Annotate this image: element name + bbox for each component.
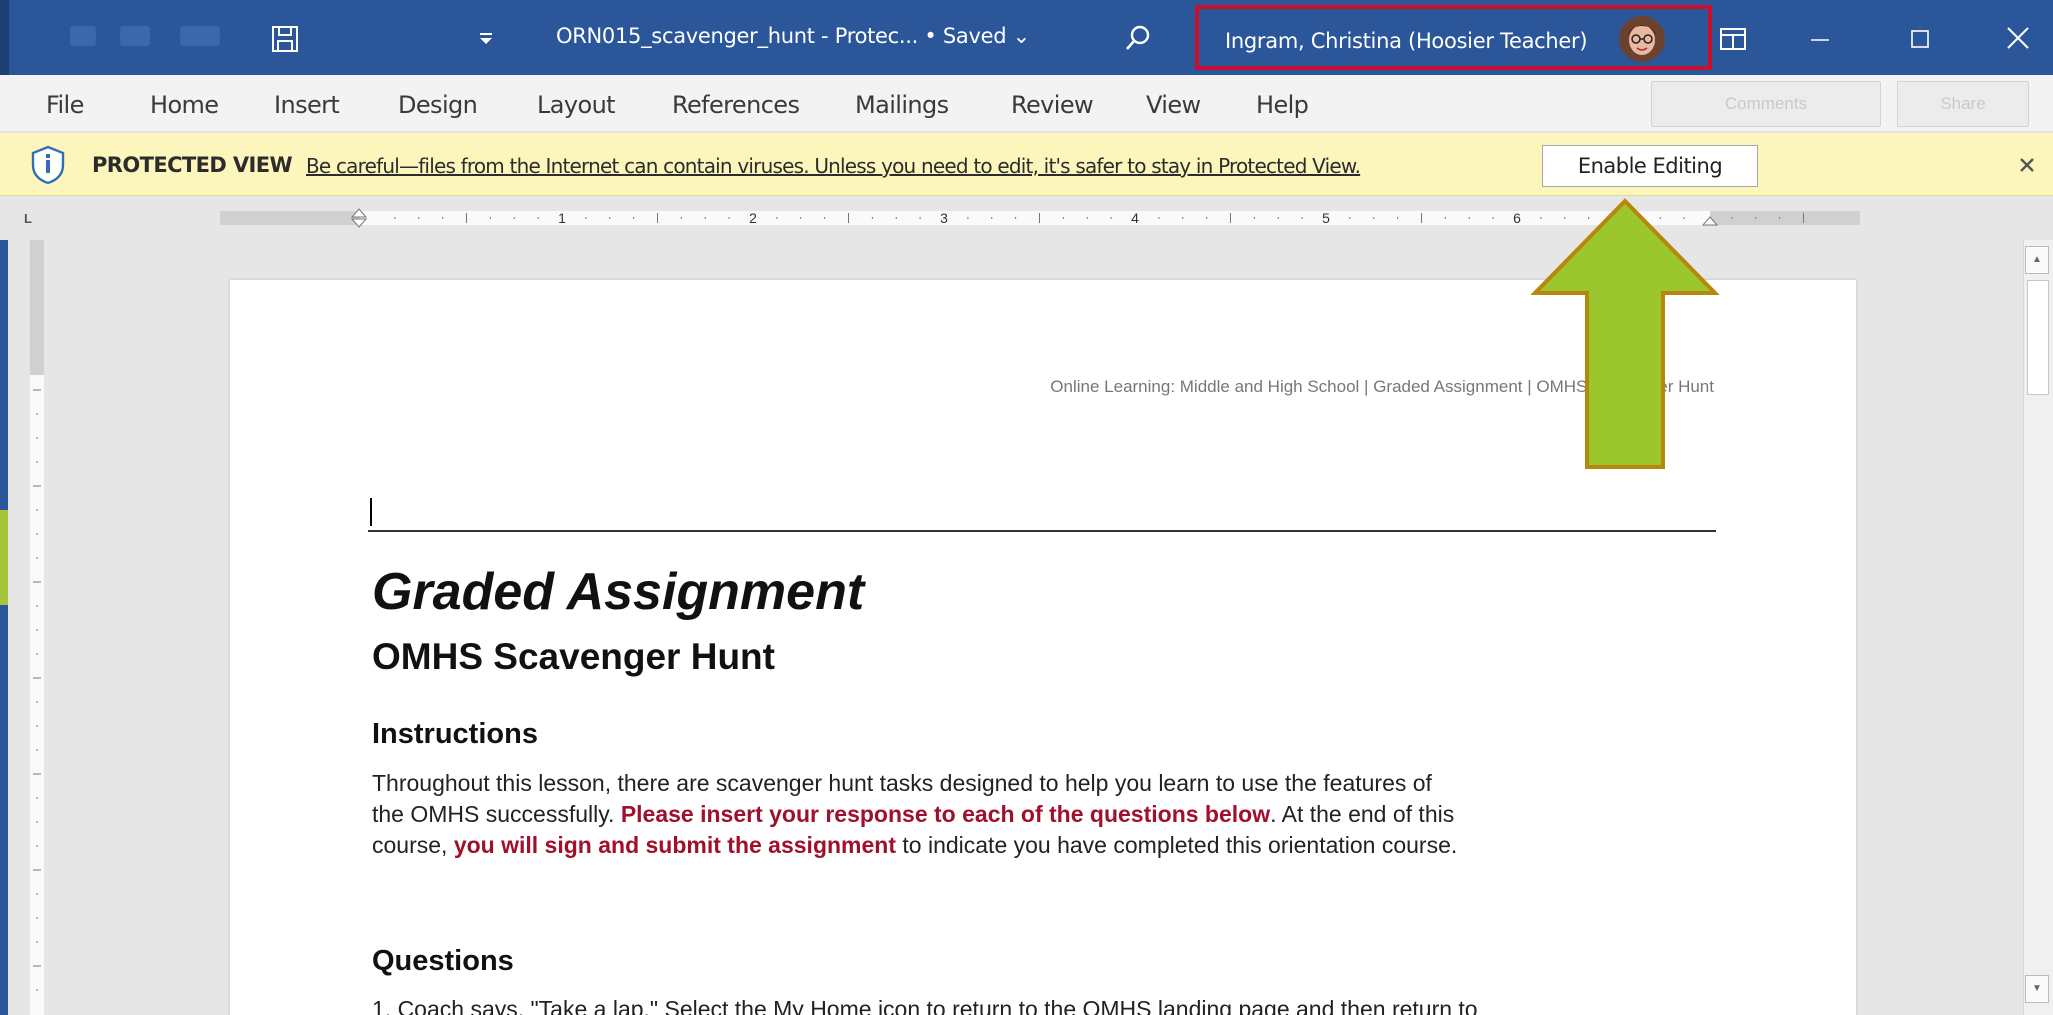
comments-button[interactable]: Comments bbox=[1651, 81, 1881, 127]
instructions-line-1: Throughout this lesson, there are scaven… bbox=[372, 770, 1432, 797]
protected-view-message-link[interactable]: Be careful—files from the Internet can c… bbox=[306, 154, 1361, 178]
undo-icon[interactable] bbox=[180, 26, 220, 46]
instructions-text: Throughout this lesson, there are scaven… bbox=[372, 770, 1432, 796]
save-icon[interactable] bbox=[268, 22, 302, 56]
tab-file[interactable]: File bbox=[46, 91, 84, 119]
tab-review[interactable]: Review bbox=[1011, 91, 1094, 119]
ruler-number: 1 bbox=[558, 210, 566, 226]
questions-heading: Questions bbox=[372, 945, 514, 977]
search-icon[interactable] bbox=[1120, 20, 1156, 56]
tab-design[interactable]: Design bbox=[398, 91, 478, 119]
enable-editing-button[interactable]: Enable Editing bbox=[1542, 145, 1758, 187]
instructions-emphasis: you will sign and submit the assignment bbox=[453, 832, 896, 858]
tab-selector[interactable]: L bbox=[24, 211, 42, 227]
scrollbar-thumb[interactable] bbox=[2027, 280, 2049, 395]
instructions-text: the OMHS successfully. bbox=[372, 801, 621, 827]
ruler-number: 5 bbox=[1322, 210, 1330, 226]
word-window: ORN015_scavenger_hunt - Protec... • Save… bbox=[0, 0, 2053, 1015]
ruler-number: 2 bbox=[749, 210, 757, 226]
question-1-partial: 1. Coach says, "Take a lap." Select the … bbox=[372, 996, 1478, 1015]
left-edge-accent bbox=[0, 510, 8, 605]
tab-help[interactable]: Help bbox=[1256, 91, 1309, 119]
tab-mailings[interactable]: Mailings bbox=[855, 91, 949, 119]
ruler-number: 4 bbox=[1131, 210, 1139, 226]
tab-references[interactable]: References bbox=[672, 91, 800, 119]
left-edge-strip bbox=[0, 240, 8, 1015]
protected-view-bar: PROTECTED VIEW Be careful—files from the… bbox=[0, 133, 2053, 196]
tab-view[interactable]: View bbox=[1146, 91, 1201, 119]
close-icon[interactable] bbox=[1998, 18, 2038, 58]
instructions-text: to indicate you have completed this orie… bbox=[896, 832, 1458, 858]
avatar[interactable] bbox=[1619, 16, 1665, 62]
close-icon[interactable] bbox=[2013, 151, 2041, 179]
title-bar: ORN015_scavenger_hunt - Protec... • Save… bbox=[0, 0, 2053, 75]
autosave-toggle[interactable] bbox=[70, 26, 96, 46]
menu-bar: File Home Insert Design Layout Reference… bbox=[0, 75, 2053, 132]
protected-view-label: PROTECTED VIEW bbox=[92, 153, 293, 177]
instructions-line-3: course, you will sign and submit the ass… bbox=[372, 832, 1457, 859]
document-subtitle: OMHS Scavenger Hunt bbox=[372, 636, 775, 677]
user-name[interactable]: Ingram, Christina (Hoosier Teacher) bbox=[1225, 29, 1588, 53]
vertical-ruler[interactable] bbox=[20, 240, 58, 1015]
ruler-number: 6 bbox=[1513, 210, 1521, 226]
share-button[interactable]: Share bbox=[1897, 81, 2029, 127]
text-cursor bbox=[370, 498, 372, 526]
ribbon-display-options-icon[interactable] bbox=[1716, 22, 1750, 56]
title-bar-edge bbox=[0, 0, 9, 75]
tab-insert[interactable]: Insert bbox=[274, 91, 340, 119]
autosave-switch[interactable] bbox=[120, 26, 150, 46]
tab-layout[interactable]: Layout bbox=[537, 91, 616, 119]
customize-toolbar-icon[interactable] bbox=[474, 24, 498, 52]
instructions-heading: Instructions bbox=[372, 718, 538, 750]
instructions-text: . At the end of this bbox=[1270, 801, 1455, 827]
tab-home[interactable]: Home bbox=[150, 91, 219, 119]
user-account-highlight[interactable]: Ingram, Christina (Hoosier Teacher) bbox=[1195, 5, 1712, 70]
ruler-row: L 1 2 3 4 5 6 bbox=[0, 197, 2053, 237]
document-title: Graded Assignment bbox=[372, 563, 865, 621]
arrow-annotation-icon bbox=[1530, 198, 1720, 469]
ruler-number: 3 bbox=[940, 210, 948, 226]
minimize-icon[interactable] bbox=[1800, 22, 1840, 56]
instructions-emphasis: Please insert your response to each of t… bbox=[620, 801, 1271, 827]
header-divider bbox=[368, 530, 1716, 532]
instructions-text: course, bbox=[372, 832, 454, 858]
scroll-up-icon[interactable]: ▲ bbox=[2025, 246, 2049, 274]
instructions-line-2: the OMHS successfully. Please insert you… bbox=[372, 801, 1454, 828]
scroll-down-icon[interactable]: ▼ bbox=[2025, 975, 2049, 1003]
maximize-icon[interactable] bbox=[1900, 22, 1940, 56]
shield-icon bbox=[30, 145, 66, 185]
document-title[interactable]: ORN015_scavenger_hunt - Protec... • Save… bbox=[556, 24, 1030, 48]
